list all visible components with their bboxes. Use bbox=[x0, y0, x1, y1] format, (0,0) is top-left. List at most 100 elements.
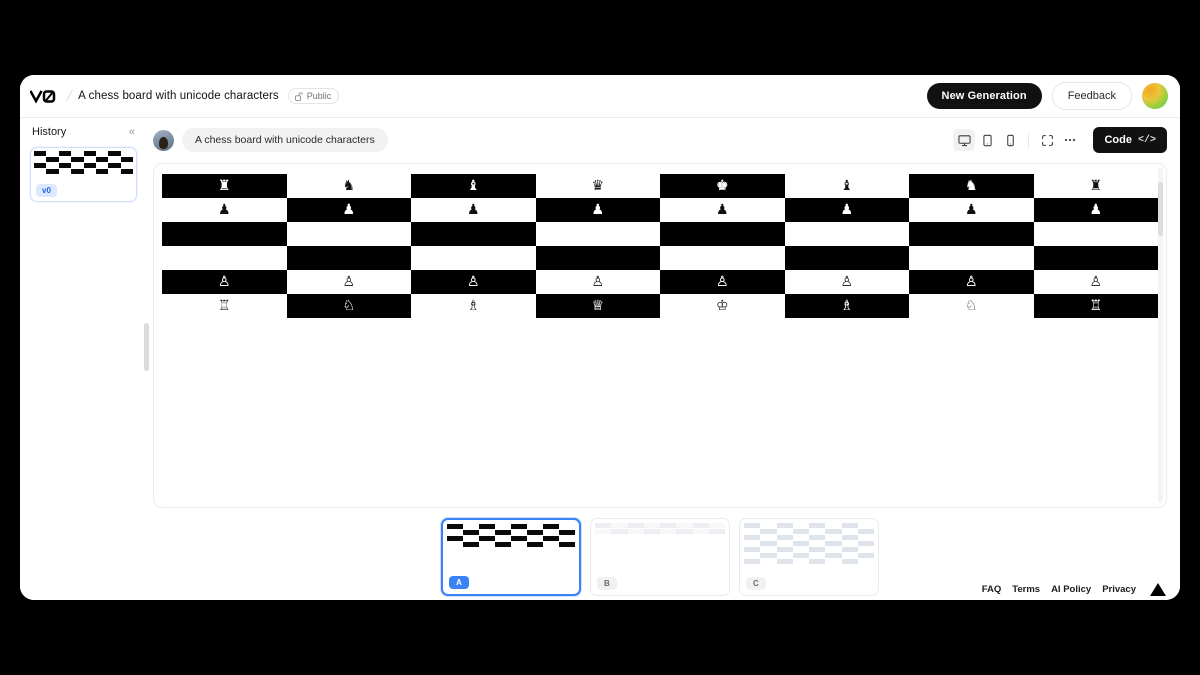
new-generation-button[interactable]: New Generation bbox=[926, 83, 1042, 109]
chess-square[interactable]: ♗ bbox=[411, 294, 536, 318]
chess-square[interactable]: ♜ bbox=[1033, 174, 1158, 198]
viewport-toolbar: Code </> bbox=[953, 127, 1167, 153]
chess-square[interactable]: ♘ bbox=[286, 294, 411, 318]
chess-square[interactable]: ♟ bbox=[286, 198, 411, 222]
chess-square[interactable]: ♟ bbox=[784, 198, 909, 222]
history-thumb-cell bbox=[120, 163, 133, 168]
chess-square[interactable]: ♙ bbox=[909, 270, 1034, 294]
chess-square[interactable] bbox=[162, 246, 287, 270]
history-thumb-row bbox=[34, 157, 133, 162]
chess-square[interactable]: ♞ bbox=[909, 174, 1034, 198]
chess-square[interactable] bbox=[784, 246, 909, 270]
chess-square[interactable] bbox=[535, 222, 660, 246]
variant-thumb-row bbox=[744, 529, 874, 534]
chess-square[interactable]: ♟ bbox=[1033, 198, 1158, 222]
chess-square[interactable]: ♙ bbox=[286, 270, 411, 294]
chess-square[interactable] bbox=[909, 246, 1034, 270]
chess-piece-white-pawn: ♙ bbox=[1089, 273, 1103, 289]
page-title[interactable]: A chess board with unicode characters bbox=[78, 90, 279, 102]
history-thumb-cell bbox=[58, 157, 72, 162]
chess-square[interactable]: ♟ bbox=[660, 198, 785, 222]
chess-square[interactable]: ♛ bbox=[535, 174, 660, 198]
variant-thumb-cell bbox=[463, 524, 479, 529]
more-options-button[interactable] bbox=[1059, 129, 1081, 151]
chess-board-row bbox=[162, 246, 1158, 270]
chess-square[interactable] bbox=[1033, 246, 1158, 270]
chess-piece-white-pawn: ♙ bbox=[964, 273, 978, 289]
feedback-button[interactable]: Feedback bbox=[1051, 82, 1132, 110]
history-thumb-cell bbox=[95, 163, 109, 168]
chess-square[interactable] bbox=[535, 246, 660, 270]
outer-scrollbar-thumb[interactable] bbox=[144, 323, 149, 371]
tablet-view-button[interactable] bbox=[976, 129, 998, 151]
chess-square[interactable]: ♜ bbox=[162, 174, 287, 198]
variant-thumb-cell bbox=[841, 553, 858, 558]
chess-square[interactable]: ♟ bbox=[909, 198, 1034, 222]
variant-card-c[interactable]: C bbox=[739, 518, 879, 596]
avatar[interactable] bbox=[1142, 83, 1168, 109]
chess-square[interactable]: ♔ bbox=[660, 294, 785, 318]
variant-thumb-cell bbox=[463, 530, 479, 535]
preview-frame[interactable]: ♜ ♞ ♝ ♛ ♚ ♝ ♞ ♜ ♟ ♟ ♟ ♟ ♟ ♟ ♟ ♟ ♙ ♙ ♙ ♙ ♙ ♙ ♙ ♙ ♖ ♘ ♗ ♕ ♔ ♗ ♘ ♖ bbox=[153, 163, 1167, 508]
chess-square[interactable]: ♙ bbox=[162, 270, 287, 294]
chess-square[interactable] bbox=[286, 222, 411, 246]
variant-thumb-cell bbox=[643, 523, 660, 528]
chess-square[interactable] bbox=[1033, 222, 1158, 246]
chess-piece-black-pawn: ♟ bbox=[591, 201, 605, 217]
chess-square[interactable] bbox=[660, 222, 785, 246]
chess-square[interactable]: ♗ bbox=[784, 294, 909, 318]
chess-square[interactable]: ♙ bbox=[784, 270, 909, 294]
chess-square[interactable]: ♚ bbox=[660, 174, 785, 198]
mobile-view-button[interactable] bbox=[999, 129, 1021, 151]
footer-link-ai-policy[interactable]: AI Policy bbox=[1051, 584, 1091, 595]
variant-thumb-cell bbox=[463, 542, 479, 547]
chess-square[interactable]: ♟ bbox=[535, 198, 660, 222]
chess-square[interactable] bbox=[411, 246, 536, 270]
chess-square[interactable]: ♖ bbox=[1033, 294, 1158, 318]
chess-square[interactable]: ♙ bbox=[411, 270, 536, 294]
variant-thumb-cell bbox=[511, 524, 527, 529]
variant-card-b[interactable]: B bbox=[590, 518, 730, 596]
prompt-text[interactable]: A chess board with unicode characters bbox=[182, 128, 388, 152]
v0-logo-icon[interactable] bbox=[30, 87, 60, 105]
footer-link-privacy[interactable]: Privacy bbox=[1102, 584, 1136, 595]
variant-thumb-cell bbox=[809, 529, 826, 534]
chess-piece-black-pawn: ♟ bbox=[217, 201, 231, 217]
chess-square[interactable] bbox=[411, 222, 536, 246]
fullscreen-button[interactable] bbox=[1036, 129, 1058, 151]
chess-square[interactable]: ♞ bbox=[286, 174, 411, 198]
chess-square[interactable] bbox=[909, 222, 1034, 246]
chess-square[interactable] bbox=[286, 246, 411, 270]
variant-thumb-cell bbox=[744, 553, 761, 558]
footer-link-faq[interactable]: FAQ bbox=[982, 584, 1002, 595]
history-thumb-cell bbox=[34, 163, 47, 168]
footer-link-terms[interactable]: Terms bbox=[1012, 584, 1040, 595]
chess-square[interactable]: ♝ bbox=[784, 174, 909, 198]
code-button[interactable]: Code </> bbox=[1093, 127, 1167, 153]
chess-square[interactable]: ♟ bbox=[162, 198, 287, 222]
chess-square[interactable]: ♝ bbox=[411, 174, 536, 198]
chess-square[interactable] bbox=[162, 222, 287, 246]
chevron-double-left-icon[interactable]: « bbox=[129, 126, 135, 138]
chess-square[interactable] bbox=[784, 222, 909, 246]
variant-thumb-cell bbox=[511, 536, 527, 541]
chess-square[interactable]: ♙ bbox=[535, 270, 660, 294]
preview-scrollbar-thumb[interactable] bbox=[1158, 182, 1163, 236]
chess-square[interactable]: ♕ bbox=[535, 294, 660, 318]
variant-thumb-cell bbox=[527, 530, 543, 535]
variant-card-a[interactable]: A bbox=[441, 518, 581, 596]
desktop-view-button[interactable] bbox=[953, 129, 976, 151]
vercel-triangle-icon[interactable] bbox=[1150, 583, 1166, 596]
chess-square[interactable]: ♙ bbox=[1033, 270, 1158, 294]
history-item-v0[interactable]: v0 bbox=[30, 147, 137, 202]
chess-square[interactable]: ♖ bbox=[162, 294, 287, 318]
chess-piece-black-king: ♚ bbox=[715, 177, 729, 193]
v0-app-window: / A chess board with unicode characters … bbox=[20, 75, 1180, 600]
chess-board[interactable]: ♜ ♞ ♝ ♛ ♚ ♝ ♞ ♜ ♟ ♟ ♟ ♟ ♟ ♟ ♟ ♟ ♙ ♙ ♙ ♙ ♙ ♙ ♙ ♙ ♖ ♘ ♗ ♕ ♔ ♗ ♘ ♖ bbox=[154, 164, 1166, 328]
chess-square[interactable]: ♘ bbox=[909, 294, 1034, 318]
chess-square[interactable] bbox=[660, 246, 785, 270]
variant-thumb-cell bbox=[809, 523, 826, 528]
status-badge[interactable]: Public bbox=[287, 88, 340, 104]
chess-square[interactable]: ♟ bbox=[411, 198, 536, 222]
chess-square[interactable]: ♙ bbox=[660, 270, 785, 294]
